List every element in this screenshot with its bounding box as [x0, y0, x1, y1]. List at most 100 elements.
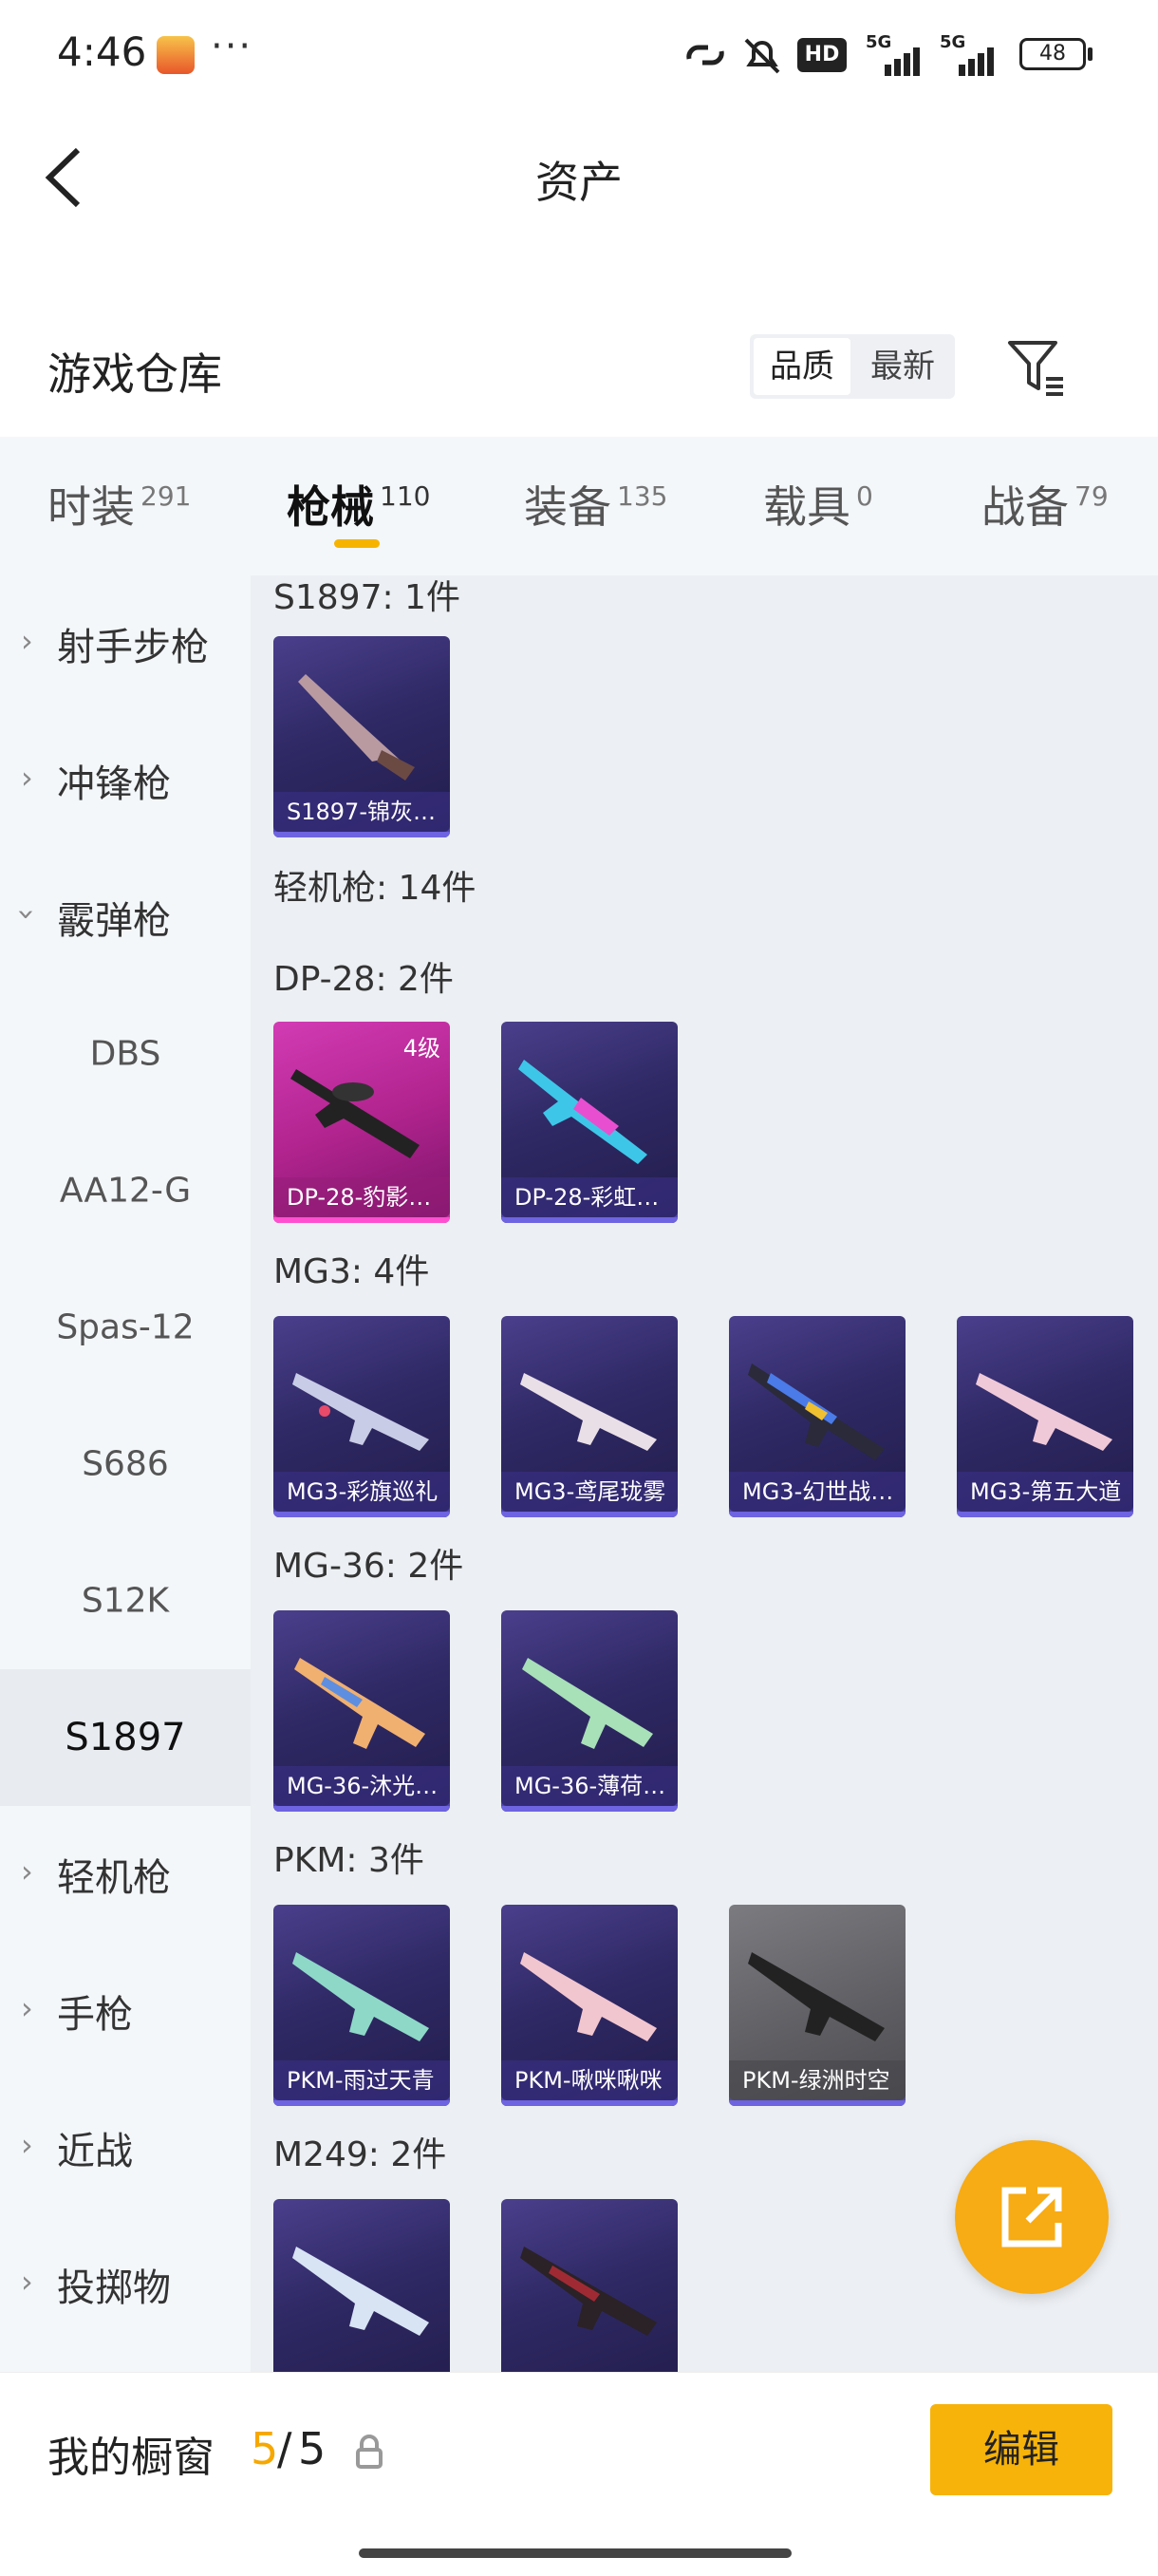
- weapon-card[interactable]: 4级 DP-28-豹影…: [273, 1022, 450, 1223]
- signal-icon: [885, 47, 920, 76]
- weapon-card[interactable]: MG-36-沐光…: [273, 1610, 450, 1812]
- app-notification-icon: [157, 36, 195, 74]
- weapon-card-name: MG3-第五大道: [957, 1472, 1133, 1512]
- signal-icon-2: [959, 47, 994, 76]
- level-badge: 4级: [402, 1035, 440, 1062]
- battery-tip: [1088, 47, 1093, 61]
- tab-equipment[interactable]: 装备 135: [524, 473, 667, 549]
- showcase-label: 我的橱窗: [47, 2434, 215, 2482]
- weapon-grid: S1897: 1件 S1897-锦灰… 轻机枪: 14件 DP-28: 2件 4…: [251, 575, 1158, 2372]
- weapon-card[interactable]: MG3-幻世战…: [729, 1316, 906, 1517]
- rifle-icon: [522, 1658, 653, 1749]
- lmg-icon: [748, 1363, 885, 1460]
- weapon-card-name: MG-36-薄荷…: [501, 1766, 678, 1806]
- sidebar-item-smg[interactable]: › 冲锋枪: [0, 712, 251, 849]
- lmg-icon: [520, 1952, 657, 2041]
- filter-icon[interactable]: [1006, 337, 1067, 398]
- weapon-card[interactable]: S1897-锦灰…: [273, 636, 450, 837]
- lmg-icon: [292, 1952, 429, 2041]
- weapon-card[interactable]: PKM-绿洲时空: [729, 1905, 906, 2106]
- active-tab-indicator: [334, 539, 380, 548]
- mute-bell-icon: [744, 38, 780, 74]
- weapon-card-name: DP-28-彩虹…: [501, 1177, 678, 1217]
- sidebar-subitem-s686[interactable]: S686: [0, 1396, 251, 1532]
- page-title: 资产: [535, 157, 623, 208]
- weapon-card[interactable]: [501, 2199, 678, 2372]
- edit-button[interactable]: 编辑: [930, 2404, 1112, 2495]
- sidebar-item-throwable[interactable]: › 投掷物: [0, 2216, 251, 2353]
- sidebar-item-marksman[interactable]: › 射手步枪: [0, 575, 251, 712]
- weapon-card[interactable]: PKM-啾咪啾咪: [501, 1905, 678, 2106]
- weapon-card-name: MG-36-沐光…: [273, 1766, 450, 1806]
- lmg-icon: [292, 2247, 429, 2336]
- tab-tactical[interactable]: 战备 79: [981, 473, 1109, 549]
- tab-fashion[interactable]: 时装 291: [47, 473, 191, 549]
- weapon-card-name: PKM-啾咪啾咪: [501, 2060, 678, 2100]
- tab-guns[interactable]: 枪械 110: [287, 473, 430, 549]
- battery-icon: 48: [1019, 38, 1086, 70]
- lmg-icon: [292, 1373, 429, 1451]
- group-label-lmg: 轻机枪: 14件: [273, 869, 476, 908]
- sort-toggle: 品质 最新: [750, 334, 955, 399]
- showcase-count-total: 5: [298, 2423, 327, 2474]
- weapon-card-name: DP-28-豹影…: [273, 1177, 450, 1217]
- chevron-right-icon: ›: [21, 2264, 33, 2300]
- weapon-card-name: PKM-绿洲时空: [729, 2060, 906, 2100]
- chevron-right-icon: ›: [21, 1853, 33, 1890]
- showcase-count-separator: /: [277, 2423, 292, 2474]
- sidebar-subitem-dbs[interactable]: DBS: [0, 986, 251, 1122]
- group-label-mg3: MG3: 4件: [273, 1252, 430, 1291]
- sidebar-item-pistol[interactable]: › 手枪: [0, 1943, 251, 2079]
- showcase-count-current: 5: [251, 2423, 279, 2474]
- weapon-card[interactable]: MG-36-薄荷…: [501, 1610, 678, 1812]
- sidebar-subitem-s12k[interactable]: S12K: [0, 1532, 251, 1669]
- chevron-right-icon: ›: [21, 623, 33, 659]
- weapon-card-name: MG3-彩旗巡礼: [273, 1472, 450, 1512]
- external-link-icon: [1001, 2187, 1062, 2247]
- lock-icon: [356, 2435, 383, 2469]
- lmg-icon: [520, 2247, 657, 2336]
- shotgun-icon: [298, 674, 415, 780]
- home-indicator[interactable]: [359, 2548, 792, 2558]
- weapon-card-name: S1897-锦灰…: [273, 792, 450, 832]
- sort-latest-button[interactable]: 最新: [854, 338, 951, 395]
- chevron-right-icon: ›: [21, 1990, 33, 2026]
- sidebar-item-melee[interactable]: › 近战: [0, 2079, 251, 2216]
- sidebar-item-shotgun[interactable]: › 霰弹枪: [0, 849, 251, 986]
- sort-quality-button[interactable]: 品质: [754, 338, 850, 395]
- link-icon: [686, 45, 724, 66]
- lmg-icon: [518, 1060, 647, 1164]
- sidebar-item-lmg[interactable]: › 轻机枪: [0, 1806, 251, 1943]
- sidebar-subitem-s1897[interactable]: S1897: [0, 1669, 251, 1806]
- group-label-pkm: PKM: 3件: [273, 1841, 424, 1880]
- weapon-card[interactable]: PKM-雨过天青: [273, 1905, 450, 2106]
- lmg-icon: [976, 1373, 1112, 1451]
- chevron-right-icon: ›: [21, 2127, 33, 2163]
- weapon-card[interactable]: MG3-第五大道: [957, 1316, 1133, 1517]
- category-tabs: 时装 291 枪械 110 装备 135 载具 0 战备 79: [0, 437, 1158, 575]
- group-label-s1897: S1897: 1件: [273, 578, 460, 617]
- weapon-card[interactable]: DP-28-彩虹…: [501, 1022, 678, 1223]
- lmg-icon: [520, 1373, 657, 1451]
- warehouse-title: 游戏仓库: [47, 348, 222, 400]
- tab-vehicles[interactable]: 载具 0: [763, 473, 873, 549]
- sidebar-subitem-aa12g[interactable]: AA12-G: [0, 1122, 251, 1259]
- group-label-dp28: DP-28: 2件: [273, 960, 454, 999]
- weapon-category-sidebar: › 射手步枪 › 冲锋枪 › 霰弹枪 DBS AA12-G Spas-12 S686 …: [0, 575, 251, 2372]
- weapon-card[interactable]: MG3-彩旗巡礼: [273, 1316, 450, 1517]
- chevron-right-icon: ›: [21, 760, 33, 796]
- weapon-card-name: PKM-雨过天青: [273, 2060, 450, 2100]
- more-notifications-icon: ···: [211, 25, 253, 68]
- chevron-down-icon: ›: [9, 908, 46, 921]
- share-fab-button[interactable]: [955, 2140, 1109, 2294]
- group-label-m249: M249: 2件: [273, 2135, 447, 2174]
- hd-badge: HD: [797, 38, 847, 72]
- weapon-card-name: MG3-鸢尾珑雾: [501, 1472, 678, 1512]
- sidebar-subitem-spas12[interactable]: Spas-12: [0, 1259, 251, 1396]
- group-label-mg36: MG-36: 2件: [273, 1547, 464, 1586]
- weapon-card[interactable]: [273, 2199, 450, 2372]
- weapon-card[interactable]: MG3-鸢尾珑雾: [501, 1316, 678, 1517]
- lmg-icon: [748, 1952, 885, 2041]
- status-time: 4:46: [57, 28, 147, 75]
- weapon-card-name: MG3-幻世战…: [729, 1472, 906, 1512]
